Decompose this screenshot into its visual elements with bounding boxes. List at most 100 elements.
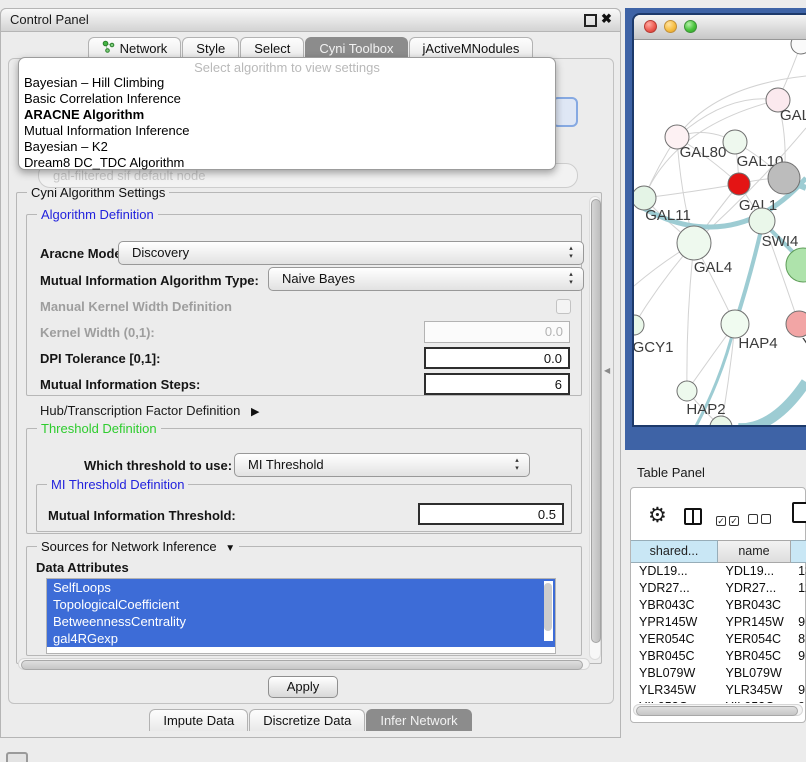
hscrollbar-thumb[interactable] — [21, 660, 583, 670]
list-scrollbar-thumb[interactable] — [544, 583, 552, 631]
minimize-traffic-light-icon[interactable] — [664, 20, 677, 33]
column-header[interactable]: shared... — [631, 540, 718, 563]
table-row[interactable]: YDL19...YDL19...13 — [631, 563, 806, 580]
node-GAL10[interactable] — [723, 130, 747, 154]
settings-scrollbar-thumb[interactable] — [591, 199, 601, 643]
table-cell: YER054C — [717, 631, 790, 648]
manual-kernel-checkbox[interactable] — [556, 299, 571, 314]
table-hscrollbar-thumb[interactable] — [636, 706, 798, 716]
table-cell: YLR345W — [717, 682, 790, 699]
attribute-list-item[interactable]: TopologicalCoefficient — [47, 596, 555, 613]
mi-type-label: Mutual Information Algorithm Type: — [40, 273, 259, 288]
node-GAL1[interactable] — [728, 173, 750, 195]
table-row[interactable]: YBR043CYBR043C — [631, 597, 806, 614]
network-canvas[interactable]: GALGAL80GAL10GAL1GAL11SWI4GAL4GCY1HAP4YH… — [634, 40, 806, 427]
tab-infer-network[interactable]: Infer Network — [366, 709, 471, 731]
apply-button[interactable]: Apply — [268, 676, 338, 698]
aracne-mode-combo[interactable]: Discovery ▴▾ — [118, 241, 584, 265]
network-window-titlebar[interactable] — [634, 15, 806, 40]
table-row[interactable]: YDR27...YDR27...12 — [631, 580, 806, 597]
node-HAP4[interactable] — [721, 310, 749, 338]
close-icon[interactable]: ✖ — [601, 11, 612, 27]
data-attributes-list: SelfLoopsTopologicalCoefficientBetweenne… — [46, 578, 556, 654]
node-big-green[interactable] — [786, 248, 806, 282]
table-cell: YBL079W — [631, 665, 717, 682]
gear-icon[interactable]: ⚙ — [648, 503, 667, 528]
tab-select[interactable]: Select — [240, 37, 304, 59]
dropdown-item[interactable]: Dream8 DC_TDC Algorithm — [19, 155, 555, 171]
tab-style[interactable]: Style — [182, 37, 239, 59]
node-gray-node[interactable] — [768, 162, 800, 194]
float-window-icon[interactable] — [584, 14, 597, 27]
table-cell: YBL079W — [717, 665, 790, 682]
network-view-window[interactable]: GALGAL80GAL10GAL1GAL11SWI4GAL4GCY1HAP4YH… — [632, 13, 806, 427]
dropdown-item[interactable]: Bayesian – K2 — [19, 139, 555, 155]
mi-threshold-input[interactable]: 0.5 — [418, 503, 564, 525]
columns-icon[interactable] — [684, 508, 702, 525]
table-cell: YPR145W — [717, 614, 790, 631]
dropdown-item[interactable]: ARACNE Algorithm — [19, 107, 555, 123]
list-vertical-scrollbar[interactable] — [544, 581, 553, 641]
column-header[interactable]: name — [718, 540, 791, 563]
node-label-HAP4: HAP4 — [738, 335, 777, 352]
kernel-width-input[interactable]: 0.0 — [424, 321, 570, 343]
close-traffic-light-icon[interactable] — [644, 20, 657, 33]
node-GCY1[interactable] — [634, 315, 644, 335]
which-threshold-combo[interactable]: MI Threshold ▴▾ — [234, 453, 530, 477]
mi-type-combo[interactable]: Naive Bayes ▴▾ — [268, 267, 584, 291]
tab-cyni-toolbox[interactable]: Cyni Toolbox — [305, 37, 407, 59]
node-label-GAL4: GAL4 — [694, 259, 732, 276]
attribute-list-item[interactable]: SelfLoops — [47, 579, 555, 596]
algorithm-dropdown-popup: Select algorithm to view settings Bayesi… — [18, 57, 556, 170]
table-cell: YBR043C — [631, 597, 717, 614]
table-cell — [790, 665, 806, 682]
mi-steps-input[interactable]: 6 — [424, 373, 570, 395]
node-top-right[interactable] — [791, 40, 806, 54]
tab-jactivemnodules[interactable]: jActiveMNodules — [409, 37, 534, 59]
table-row[interactable]: YBL079WYBL079W — [631, 665, 806, 682]
table-row[interactable]: YLR345WYLR345W9. — [631, 682, 806, 699]
table-row[interactable]: YIL052CYIL052C9 — [631, 699, 806, 703]
bottom-tabs: Impute DataDiscretize Data Infer Network — [8, 708, 614, 731]
dpi-tolerance-input[interactable]: 0.0 — [424, 347, 570, 369]
attribute-list-item[interactable]: gal4RGexp — [47, 630, 555, 647]
table-row[interactable]: YPR145WYPR145W9. — [631, 614, 806, 631]
control-panel-titlebar[interactable] — [0, 8, 621, 32]
network-icon — [102, 38, 115, 59]
table-cell — [790, 597, 806, 614]
which-threshold-value: MI Threshold — [248, 457, 324, 472]
tab-impute-data[interactable]: Impute Data — [149, 709, 248, 731]
attribute-list-item[interactable]: BetweennessCentrality — [47, 613, 555, 630]
column-header[interactable] — [791, 540, 806, 563]
table-cell: YBR043C — [717, 597, 790, 614]
tab-discretize-data[interactable]: Discretize Data — [249, 709, 365, 731]
settings-horizontal-scrollbar[interactable] — [18, 658, 590, 670]
deselect-all-checks-icon[interactable] — [748, 512, 774, 527]
select-all-checks-icon[interactable]: ✓✓ — [716, 512, 742, 527]
import-table-icon[interactable] — [792, 502, 806, 523]
dropdown-item[interactable]: Basic Correlation Inference — [19, 91, 555, 107]
table-cell: YBR045C — [717, 648, 790, 665]
zoom-traffic-light-icon[interactable] — [684, 20, 697, 33]
node-HAP2[interactable] — [677, 381, 697, 401]
tab-label: jActiveMNodules — [423, 38, 520, 59]
tab-label: Infer Network — [380, 710, 457, 731]
table-row[interactable]: YBR045CYBR045C9. — [631, 648, 806, 665]
dropdown-item[interactable]: Bayesian – Hill Climbing — [19, 75, 555, 91]
settings-vertical-scrollbar[interactable] — [589, 196, 601, 660]
node-pink-y[interactable] — [786, 311, 806, 337]
dropdown-item[interactable]: Mutual Information Inference — [19, 123, 555, 139]
table-row[interactable]: YER054CYER054C8. — [631, 631, 806, 648]
hub-definition-expander[interactable]: Hub/Transcription Factor Definition ▶ — [40, 403, 259, 418]
node-label-SWI4: SWI4 — [762, 233, 799, 250]
node-label-pink-y: Y — [802, 335, 806, 352]
node-label-GAL11: GAL11 — [645, 207, 691, 224]
sources-legend[interactable]: Sources for Network Inference ▼ — [37, 539, 239, 554]
tab-network[interactable]: Network — [88, 37, 182, 59]
node-SWI4[interactable] — [749, 208, 775, 234]
corner-widget[interactable] — [6, 752, 28, 762]
node-GAL4[interactable] — [677, 226, 711, 260]
panel-splitter-handle[interactable]: ◀ — [604, 366, 610, 375]
table-horizontal-scrollbar[interactable] — [633, 704, 803, 716]
threshold-definition-legend: Threshold Definition — [37, 421, 161, 436]
